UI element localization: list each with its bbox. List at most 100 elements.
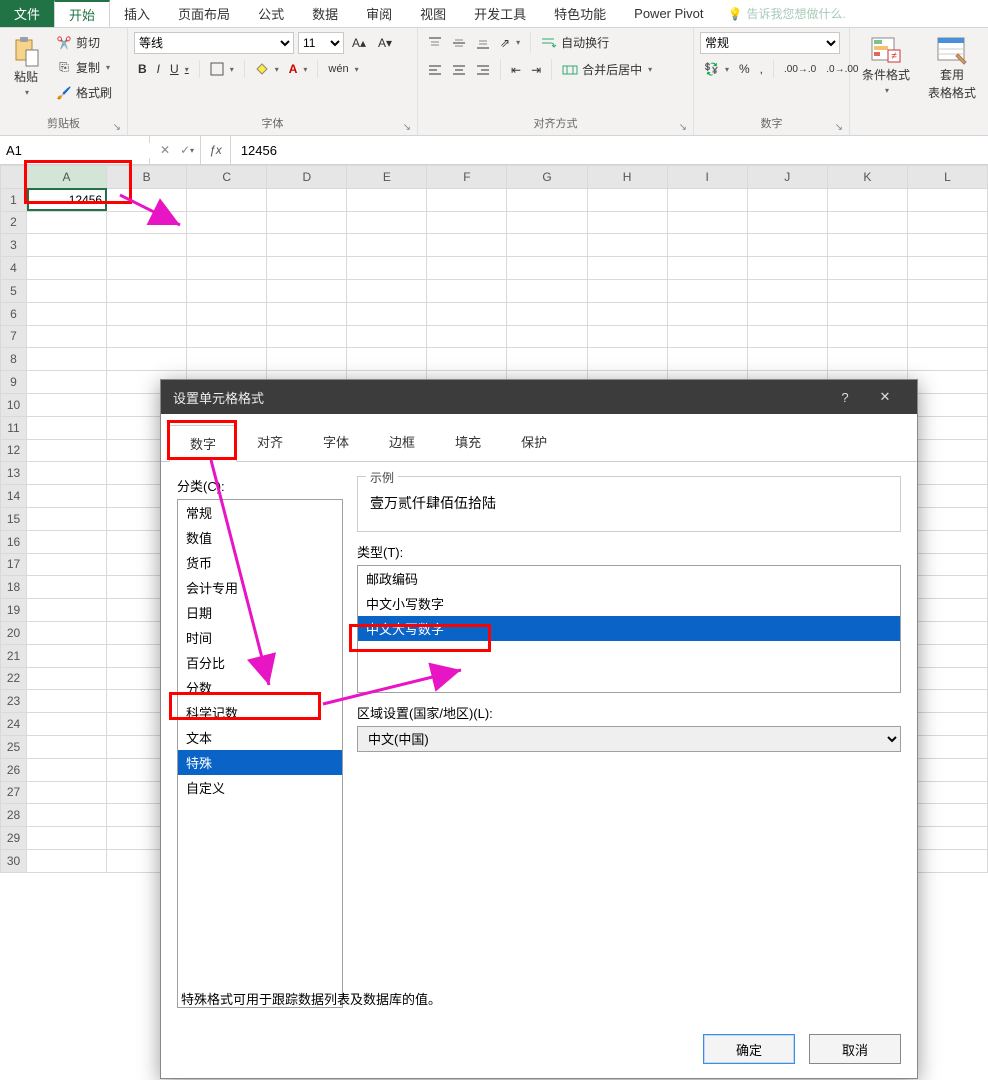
cell[interactable] (347, 279, 427, 302)
cell[interactable] (907, 257, 987, 280)
cell[interactable] (907, 827, 987, 850)
name-box[interactable]: ▾ (0, 136, 150, 164)
cell[interactable] (587, 302, 667, 325)
category-item[interactable]: 数值 (178, 525, 342, 550)
cell[interactable] (27, 644, 107, 667)
underline-button[interactable]: U▾ (166, 60, 193, 78)
cell[interactable] (907, 713, 987, 736)
locale-select[interactable]: 中文(中国) (357, 726, 901, 752)
format-painter-button[interactable]: 🖌️ 格式刷 (52, 82, 116, 103)
type-item[interactable]: 邮政编码 (358, 566, 900, 591)
decrease-font-button[interactable]: A▾ (374, 34, 396, 52)
tab-powerpivot[interactable]: Power Pivot (620, 0, 717, 27)
cell[interactable] (27, 804, 107, 827)
increase-decimal-button[interactable]: .00→.0 (780, 62, 820, 77)
format-as-table-button[interactable]: 套用 表格格式 (922, 32, 982, 105)
row-header[interactable]: 19 (1, 599, 27, 622)
align-right-button[interactable] (472, 61, 494, 79)
cell[interactable] (667, 279, 747, 302)
cell[interactable] (907, 302, 987, 325)
comma-format-button[interactable]: , (756, 60, 767, 78)
cell[interactable] (27, 713, 107, 736)
cell[interactable] (27, 416, 107, 439)
conditional-formatting-button[interactable]: ≠ 条件格式 ▾ (856, 32, 916, 100)
font-color-button[interactable]: A▾ (285, 60, 312, 78)
cell[interactable] (267, 188, 347, 211)
tab-view[interactable]: 视图 (406, 0, 460, 27)
category-item[interactable]: 特殊 (178, 750, 342, 775)
cell[interactable] (827, 348, 907, 371)
cell[interactable]: 12456 (27, 188, 107, 211)
cell[interactable] (427, 302, 507, 325)
cell[interactable] (907, 849, 987, 872)
cell[interactable] (507, 257, 587, 280)
tab-home[interactable]: 开始 (54, 0, 110, 27)
row-header[interactable]: 22 (1, 667, 27, 690)
accept-formula-icon[interactable]: ✓ (180, 143, 190, 157)
cell[interactable] (267, 302, 347, 325)
col-header-K[interactable]: K (827, 166, 907, 189)
cell[interactable] (907, 325, 987, 348)
row-header[interactable]: 11 (1, 416, 27, 439)
cell[interactable] (907, 576, 987, 599)
cut-button[interactable]: ✂️ 剪切 (52, 32, 116, 53)
italic-button[interactable]: I (153, 60, 164, 78)
cell[interactable] (27, 735, 107, 758)
cell[interactable] (107, 211, 187, 234)
category-listbox[interactable]: 常规数值货币会计专用日期时间百分比分数科学记数文本特殊自定义 (177, 499, 343, 1008)
row-header[interactable]: 20 (1, 621, 27, 644)
tell-me[interactable]: 💡 告诉我您想做什么. (728, 0, 846, 27)
cell[interactable] (427, 279, 507, 302)
cell[interactable] (427, 188, 507, 211)
bold-button[interactable]: B (134, 60, 151, 78)
cell[interactable] (507, 211, 587, 234)
cell[interactable] (27, 621, 107, 644)
row-header[interactable]: 14 (1, 485, 27, 508)
row-header[interactable]: 7 (1, 325, 27, 348)
cell[interactable] (187, 234, 267, 257)
category-item[interactable]: 百分比 (178, 650, 342, 675)
accounting-format-button[interactable]: 💱▾ (700, 60, 733, 78)
cell[interactable] (427, 234, 507, 257)
orientation-button[interactable]: ⇗▾ (496, 34, 524, 52)
tab-pagelayout[interactable]: 页面布局 (164, 0, 244, 27)
row-header[interactable]: 16 (1, 530, 27, 553)
cell[interactable] (27, 393, 107, 416)
type-listbox[interactable]: 邮政编码中文小写数字中文大写数字 (357, 565, 901, 693)
cell[interactable] (347, 348, 427, 371)
cell[interactable] (27, 279, 107, 302)
cell[interactable] (107, 188, 187, 211)
cell[interactable] (747, 279, 827, 302)
cell[interactable] (747, 234, 827, 257)
category-item[interactable]: 时间 (178, 625, 342, 650)
type-item[interactable]: 中文小写数字 (358, 591, 900, 616)
cell[interactable] (187, 257, 267, 280)
cancel-button[interactable]: 取消 (809, 1034, 901, 1064)
cell[interactable] (907, 234, 987, 257)
decrease-indent-button[interactable]: ⇤ (507, 61, 525, 79)
tab-formulas[interactable]: 公式 (244, 0, 298, 27)
col-header-F[interactable]: F (427, 166, 507, 189)
cell[interactable] (27, 348, 107, 371)
phonetic-button[interactable]: wén▾ (324, 61, 362, 77)
cell[interactable] (747, 302, 827, 325)
cell[interactable] (267, 211, 347, 234)
paste-button[interactable]: 粘贴▾ (6, 32, 46, 102)
col-header-D[interactable]: D (267, 166, 347, 189)
dlg-tab-border[interactable]: 边框 (369, 424, 435, 461)
cell[interactable] (667, 211, 747, 234)
cell[interactable] (427, 348, 507, 371)
row-header[interactable]: 24 (1, 713, 27, 736)
cell[interactable] (747, 325, 827, 348)
cell[interactable] (907, 507, 987, 530)
align-top-button[interactable] (424, 34, 446, 52)
cell[interactable] (907, 804, 987, 827)
cancel-formula-icon[interactable]: ✕ (160, 143, 170, 157)
cell[interactable] (907, 599, 987, 622)
cell[interactable] (667, 302, 747, 325)
cell[interactable] (907, 644, 987, 667)
borders-button[interactable]: ▾ (206, 60, 238, 78)
tab-special[interactable]: 特色功能 (540, 0, 620, 27)
category-item[interactable]: 货币 (178, 550, 342, 575)
dlg-tab-protection[interactable]: 保护 (501, 424, 567, 461)
